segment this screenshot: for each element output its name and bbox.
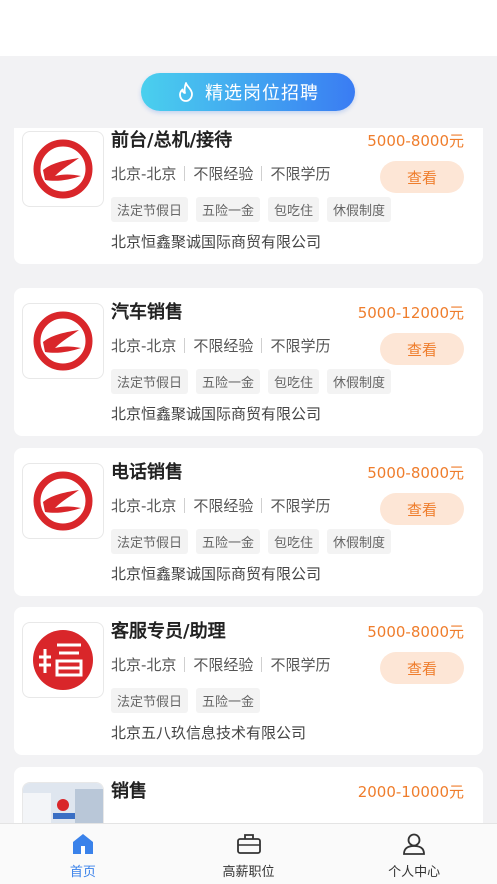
divider bbox=[261, 166, 263, 181]
job-salary: 5000-8000元 bbox=[367, 464, 464, 482]
job-experience: 不限经验 bbox=[193, 497, 254, 515]
job-tag: 包吃住 bbox=[268, 197, 320, 222]
job-tag: 五险一金 bbox=[196, 197, 261, 222]
divider bbox=[261, 498, 263, 513]
job-title: 前台/总机/接待 bbox=[111, 130, 233, 151]
job-meta: 北京-北京 不限经验 不限学历 bbox=[111, 495, 330, 516]
job-title: 电话销售 bbox=[111, 462, 183, 483]
job-tag: 五险一金 bbox=[196, 688, 261, 713]
job-location: 北京-北京 bbox=[111, 656, 177, 674]
tab-label: 个人中心 bbox=[388, 865, 441, 880]
job-experience: 不限经验 bbox=[193, 165, 254, 183]
briefcase-icon bbox=[236, 833, 262, 855]
job-card[interactable]: 电话销售 5000-8000元 北京-北京 不限经验 不限学历 查看 法定节假日… bbox=[14, 448, 483, 596]
job-tags: 法定节假日 五险一金 bbox=[111, 688, 261, 713]
job-title: 汽车销售 bbox=[111, 302, 183, 323]
tab-label: 高薪职位 bbox=[222, 865, 275, 880]
job-tag: 五险一金 bbox=[196, 529, 261, 554]
job-tag: 包吃住 bbox=[268, 529, 320, 554]
job-tag: 法定节假日 bbox=[111, 529, 189, 554]
company-name: 北京恒鑫聚诚国际商贸有限公司 bbox=[111, 405, 322, 423]
job-salary: 5000-12000元 bbox=[357, 304, 464, 322]
company-name: 北京五八玖信息技术有限公司 bbox=[111, 724, 307, 742]
job-tag: 休假制度 bbox=[327, 369, 392, 394]
job-tag: 休假制度 bbox=[327, 529, 392, 554]
job-title: 销售 bbox=[111, 781, 147, 802]
job-experience: 不限经验 bbox=[193, 656, 254, 674]
job-location: 北京-北京 bbox=[111, 497, 177, 515]
job-meta: 北京-北京 不限经验 不限学历 bbox=[111, 654, 330, 675]
tab-profile[interactable]: 个人中心 bbox=[331, 824, 497, 884]
view-button[interactable]: 查看 bbox=[380, 493, 464, 525]
divider bbox=[184, 498, 186, 513]
divider bbox=[184, 657, 186, 672]
job-list[interactable]: 前台/总机/接待 5000-8000元 北京-北京 不限经验 不限学历 查看 法… bbox=[0, 128, 497, 823]
job-education: 不限学历 bbox=[270, 337, 331, 355]
tab-home[interactable]: 首页 bbox=[0, 824, 166, 884]
job-experience: 不限经验 bbox=[193, 337, 254, 355]
divider bbox=[184, 338, 186, 353]
featured-jobs-button[interactable]: 精选岗位招聘 bbox=[141, 73, 355, 111]
job-card[interactable]: 客服专员/助理 5000-8000元 北京-北京 不限经验 不限学历 查看 法定… bbox=[14, 607, 483, 755]
tab-label: 首页 bbox=[69, 865, 96, 880]
job-location: 北京-北京 bbox=[111, 337, 177, 355]
user-icon bbox=[402, 833, 426, 855]
view-button[interactable]: 查看 bbox=[380, 333, 464, 365]
divider bbox=[184, 166, 186, 181]
bottom-tab-bar: 首页 高薪职位 个人中心 bbox=[0, 823, 497, 884]
job-card[interactable]: 销售 2000-10000元 bbox=[14, 767, 483, 823]
job-meta: 北京-北京 不限经验 不限学历 bbox=[111, 163, 330, 184]
company-name: 北京恒鑫聚诚国际商贸有限公司 bbox=[111, 233, 322, 251]
flame-icon bbox=[177, 82, 195, 102]
job-location: 北京-北京 bbox=[111, 165, 177, 183]
office-photo-logo bbox=[22, 782, 104, 823]
red-swirl-logo bbox=[22, 303, 104, 379]
job-tag: 法定节假日 bbox=[111, 369, 189, 394]
job-meta: 北京-北京 不限经验 不限学历 bbox=[111, 335, 330, 356]
company-name: 北京恒鑫聚诚国际商贸有限公司 bbox=[111, 565, 322, 583]
tab-high-salary-jobs[interactable]: 高薪职位 bbox=[166, 824, 332, 884]
red-seal-logo bbox=[22, 622, 104, 698]
job-tag: 五险一金 bbox=[196, 369, 261, 394]
job-education: 不限学历 bbox=[270, 497, 331, 515]
job-tag: 休假制度 bbox=[327, 197, 392, 222]
job-card[interactable]: 汽车销售 5000-12000元 北京-北京 不限经验 不限学历 查看 法定节假… bbox=[14, 288, 483, 436]
red-swirl-logo bbox=[22, 131, 104, 207]
divider bbox=[261, 657, 263, 672]
job-tag: 法定节假日 bbox=[111, 197, 189, 222]
home-icon bbox=[71, 833, 95, 855]
view-button[interactable]: 查看 bbox=[380, 161, 464, 193]
job-tags: 法定节假日 五险一金 包吃住 休假制度 bbox=[111, 369, 392, 394]
job-title: 客服专员/助理 bbox=[111, 621, 226, 642]
red-swirl-logo bbox=[22, 463, 104, 539]
job-tag: 包吃住 bbox=[268, 369, 320, 394]
featured-jobs-label: 精选岗位招聘 bbox=[205, 83, 319, 104]
job-tag: 法定节假日 bbox=[111, 688, 189, 713]
job-tags: 法定节假日 五险一金 包吃住 休假制度 bbox=[111, 197, 392, 222]
divider bbox=[261, 338, 263, 353]
job-education: 不限学历 bbox=[270, 656, 331, 674]
status-bar bbox=[0, 0, 497, 56]
job-education: 不限学历 bbox=[270, 165, 331, 183]
job-salary: 2000-10000元 bbox=[357, 783, 464, 801]
job-card[interactable]: 前台/总机/接待 5000-8000元 北京-北京 不限经验 不限学历 查看 法… bbox=[14, 128, 483, 264]
job-salary: 5000-8000元 bbox=[367, 623, 464, 641]
job-salary: 5000-8000元 bbox=[367, 132, 464, 150]
view-button[interactable]: 查看 bbox=[380, 652, 464, 684]
job-tags: 法定节假日 五险一金 包吃住 休假制度 bbox=[111, 529, 392, 554]
